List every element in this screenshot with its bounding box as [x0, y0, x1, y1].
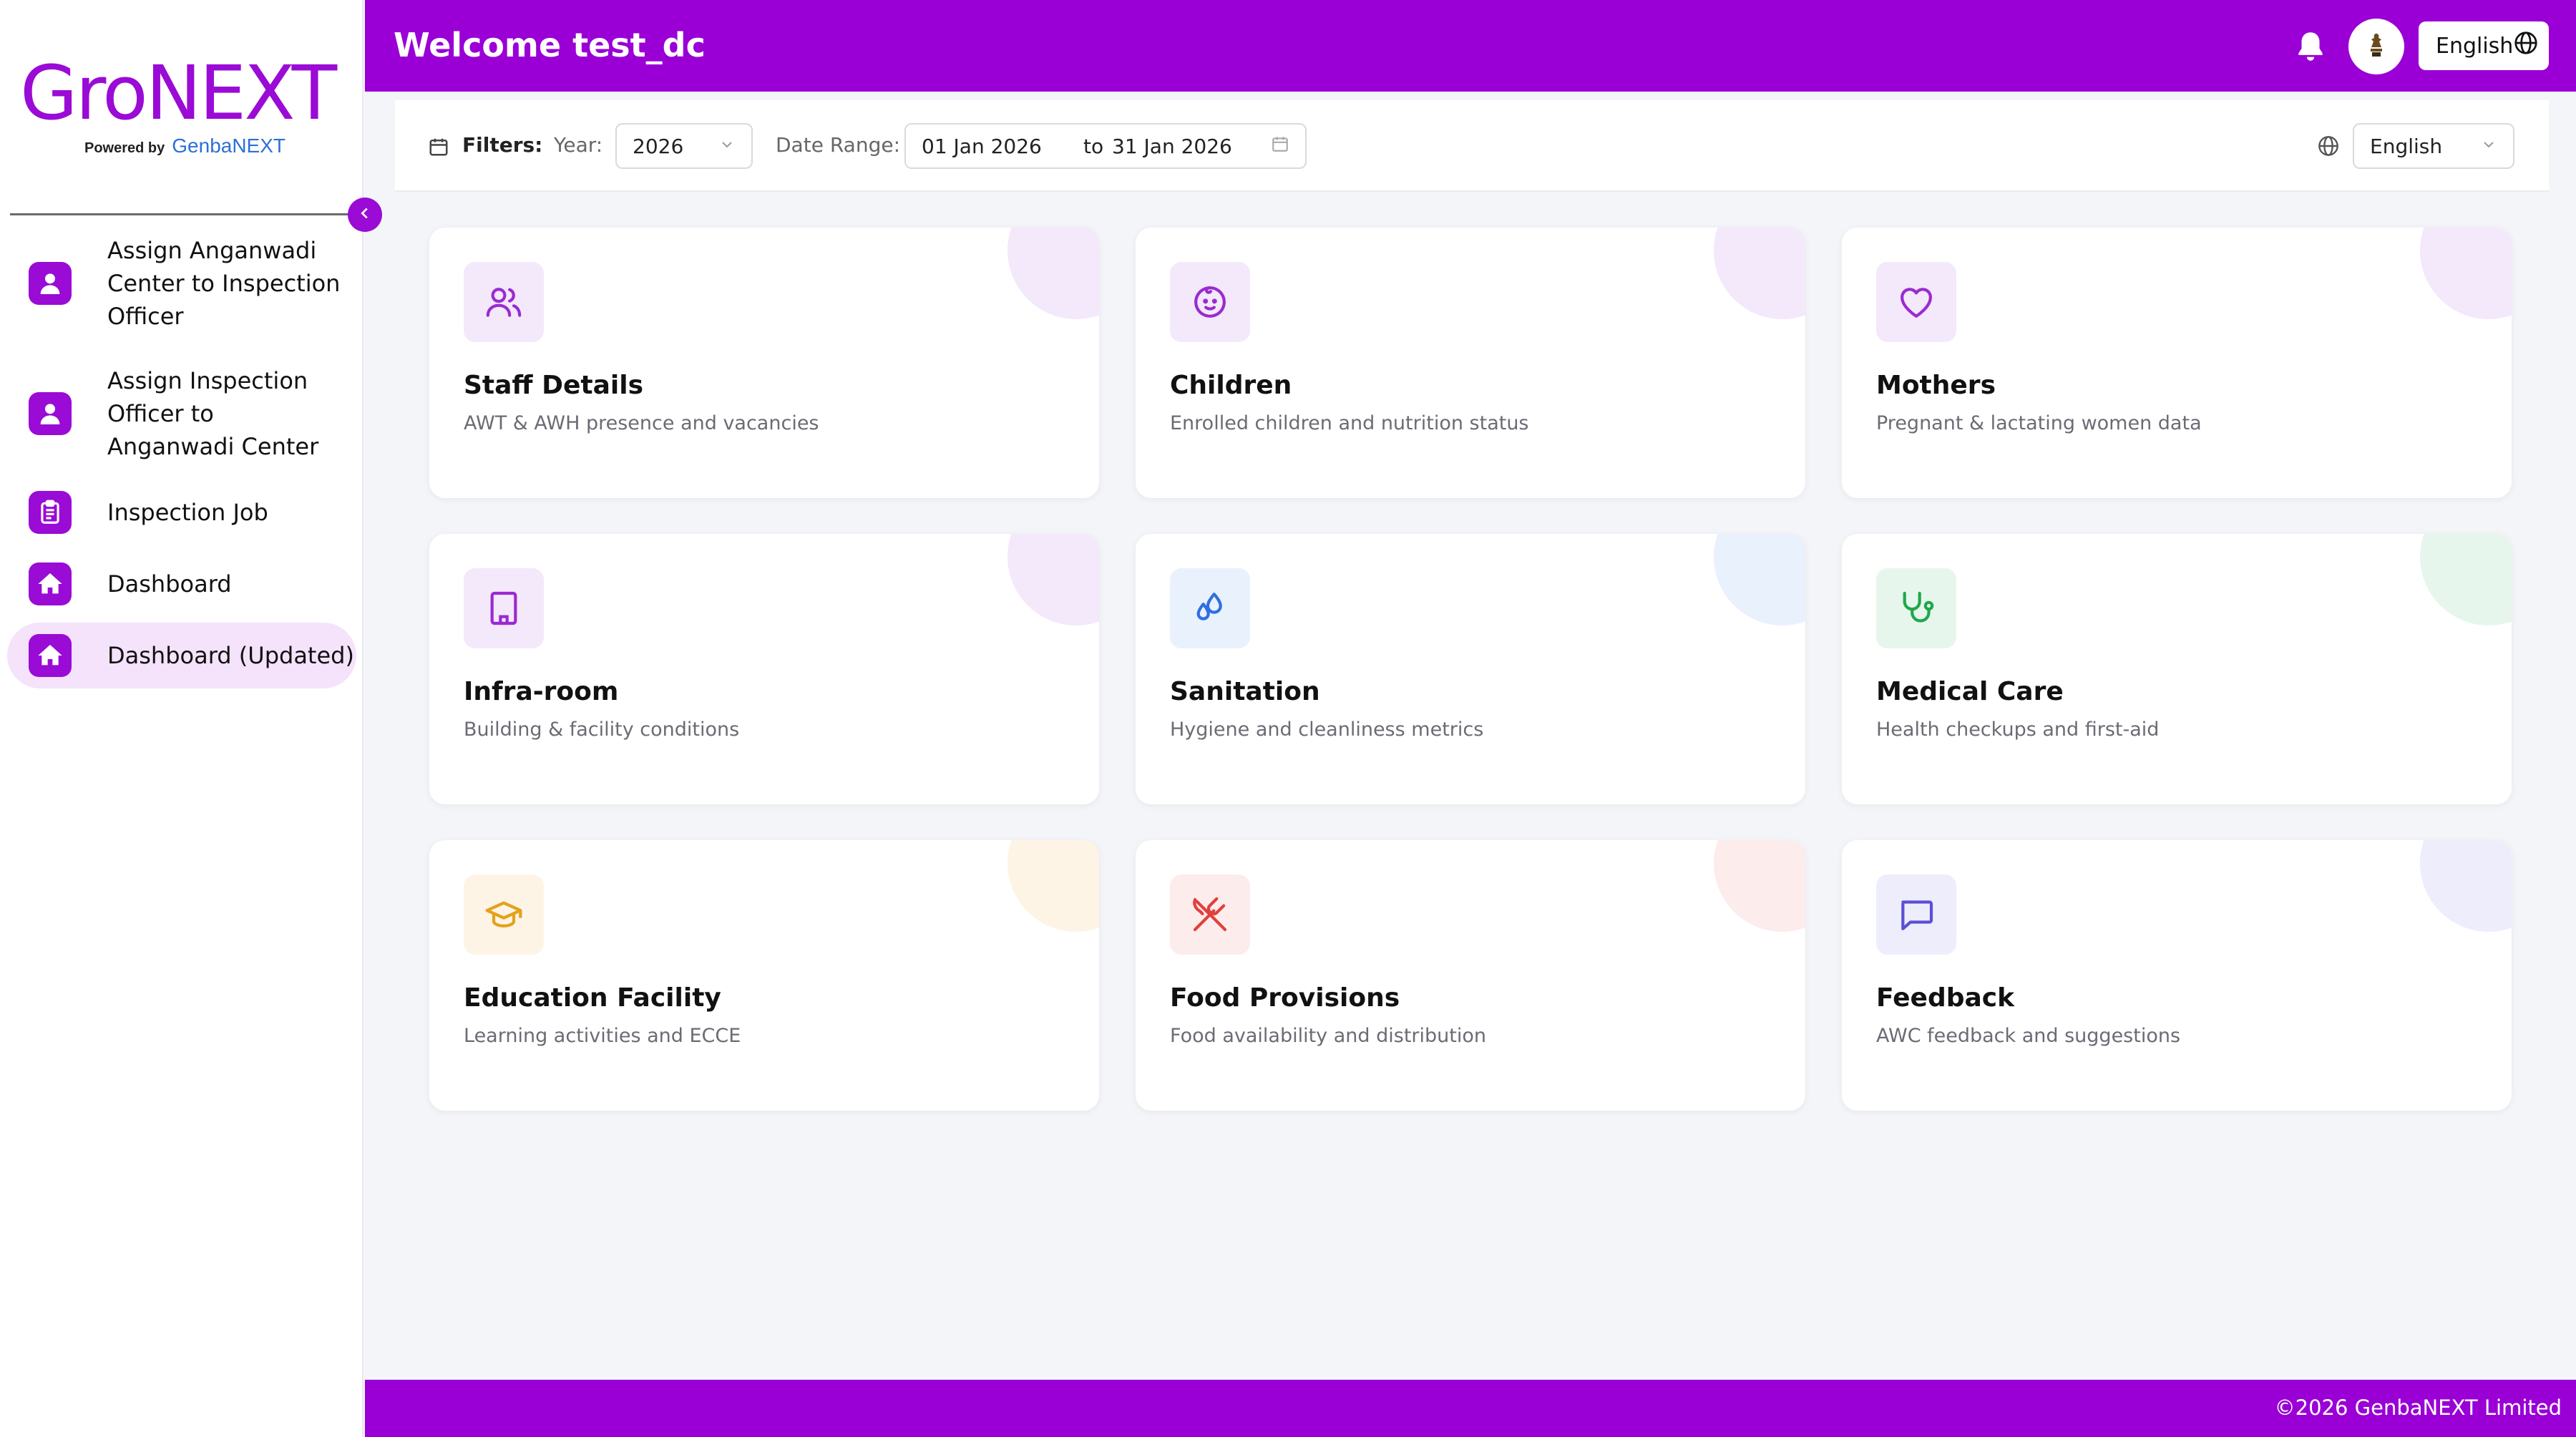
card-corner-decoration	[1008, 840, 1099, 932]
card-subtitle: Pregnant & lactating women data	[1876, 412, 2202, 434]
language-button[interactable]: English	[2419, 21, 2549, 70]
card-title: Mothers	[1876, 371, 1996, 400]
footer: ©2026 GenbaNEXT Limited	[365, 1380, 2576, 1437]
sidebar-item-dashboard[interactable]: Dashboard	[7, 562, 356, 605]
card-corner-decoration	[2420, 228, 2512, 319]
card-children[interactable]: Children Enrolled children and nutrition…	[1136, 228, 1805, 498]
user-icon	[29, 392, 72, 435]
date-range-separator: to	[1083, 134, 1104, 158]
sidebar-item-label: Dashboard (Updated)	[107, 642, 354, 669]
date-range-end[interactable]: 31 Jan 2026	[1112, 135, 1262, 158]
welcome-title: Welcome test_dc	[394, 26, 706, 64]
logo-text: GroNEXT	[20, 49, 337, 137]
card-subtitle: AWC feedback and suggestions	[1876, 1025, 2181, 1047]
language-label: English	[2436, 33, 2514, 59]
filters-label: Filters:	[462, 133, 543, 157]
card-corner-decoration	[1714, 228, 1805, 319]
card-food-provisions[interactable]: Food Provisions Food availability and di…	[1136, 840, 1805, 1111]
globe-icon	[2513, 30, 2539, 62]
card-title: Education Facility	[464, 983, 721, 1013]
heart-icon	[1876, 262, 1956, 342]
card-title: Food Provisions	[1170, 983, 1400, 1013]
card-education-facility[interactable]: Education Facility Learning activities a…	[429, 840, 1099, 1111]
message-square-icon	[1876, 875, 1956, 955]
bell-icon[interactable]	[2293, 29, 2328, 64]
calendar-icon[interactable]	[1271, 135, 1289, 158]
globe-icon	[2317, 135, 2340, 161]
droplets-icon	[1170, 568, 1250, 648]
baby-icon	[1170, 262, 1250, 342]
card-corner-decoration	[1008, 228, 1099, 319]
card-subtitle: AWT & AWH presence and vacancies	[464, 412, 819, 434]
sidebar-item-label: Assign Anganwadi Center to Inspection Of…	[107, 237, 341, 330]
date-range-picker[interactable]: 01 Jan 2026 to 31 Jan 2026	[904, 123, 1307, 169]
chevron-down-icon	[718, 135, 736, 158]
sidebar-item-inspection-job[interactable]: Inspection Job	[7, 491, 356, 534]
sidebar-item-assign-center[interactable]: Assign Anganwadi Center to Inspection Of…	[7, 233, 356, 333]
sidebar-item-label: Dashboard	[107, 570, 232, 598]
avatar[interactable]	[2348, 19, 2404, 74]
graduation-cap-icon	[464, 875, 544, 955]
card-corner-decoration	[1008, 534, 1099, 625]
card-subtitle: Learning activities and ECCE	[464, 1025, 741, 1047]
card-corner-decoration	[1714, 840, 1805, 932]
card-feedback[interactable]: Feedback AWC feedback and suggestions	[1842, 840, 2512, 1111]
sidebar-item-assign-officer[interactable]: Assign Inspection Officer to Anganwadi C…	[7, 364, 356, 464]
emblem-icon	[2366, 31, 2387, 63]
card-infra-room[interactable]: Infra-room Building & facility condition…	[429, 534, 1099, 804]
card-title: Feedback	[1876, 983, 2015, 1013]
card-medical-care[interactable]: Medical Care Health checkups and first-a…	[1842, 534, 2512, 804]
sidebar-item-label: Assign Inspection Officer to Anganwadi C…	[107, 367, 319, 460]
calendar-icon	[428, 136, 449, 161]
card-subtitle: Health checkups and first-aid	[1876, 718, 2160, 741]
chevron-down-icon	[2480, 135, 2497, 158]
stethoscope-icon	[1876, 568, 1956, 648]
sidebar-divider	[10, 213, 351, 215]
year-label: Year:	[554, 133, 603, 157]
card-subtitle: Building & facility conditions	[464, 718, 740, 741]
card-staff-details[interactable]: Staff Details AWT & AWH presence and vac…	[429, 228, 1099, 498]
card-subtitle: Enrolled children and nutrition status	[1170, 412, 1529, 434]
card-title: Sanitation	[1170, 677, 1320, 706]
utensils-crossed-icon	[1170, 875, 1250, 955]
user-icon	[29, 262, 72, 305]
top-bar: Welcome test_dc English	[365, 0, 2576, 92]
card-title: Staff Details	[464, 371, 644, 400]
logo: GroNEXT Powered by GenbaNEXT	[20, 56, 343, 163]
date-range-label: Date Range:	[776, 133, 901, 157]
building-icon	[464, 568, 544, 648]
card-subtitle: Food availability and distribution	[1170, 1025, 1486, 1047]
card-sanitation[interactable]: Sanitation Hygiene and cleanliness metri…	[1136, 534, 1805, 804]
powered-by-brand: GenbaNEXT	[172, 135, 286, 157]
sidebar-item-label: Inspection Job	[107, 499, 268, 526]
sidebar-collapse-button[interactable]	[348, 198, 382, 232]
home-icon	[29, 562, 72, 605]
card-mothers[interactable]: Mothers Pregnant & lactating women data	[1842, 228, 2512, 498]
card-title: Medical Care	[1876, 677, 2064, 706]
copyright-text: ©2026 GenbaNEXT Limited	[2274, 1395, 2562, 1420]
year-select[interactable]: 2026	[615, 123, 753, 169]
chevron-left-icon	[357, 203, 373, 226]
language-value: English	[2370, 134, 2443, 158]
card-corner-decoration	[1714, 534, 1805, 625]
card-corner-decoration	[2420, 534, 2512, 625]
clipboard-icon	[29, 491, 72, 534]
date-range-start[interactable]: 01 Jan 2026	[922, 135, 1083, 158]
card-corner-decoration	[2420, 840, 2512, 932]
sidebar: GroNEXT Powered by GenbaNEXT Assign Angan…	[0, 0, 364, 1437]
home-icon	[29, 634, 72, 677]
year-value: 2026	[633, 134, 684, 158]
sidebar-item-dashboard-updated[interactable]: Dashboard (Updated)	[7, 623, 356, 688]
users-icon	[464, 262, 544, 342]
powered-by-label: Powered by	[84, 140, 165, 156]
language-select[interactable]: English	[2353, 123, 2514, 169]
card-title: Infra-room	[464, 677, 619, 706]
filter-bar: Filters: Year: 2026 Date Range: 01 Jan 2…	[395, 100, 2549, 192]
powered-by: Powered by GenbaNEXT	[84, 135, 286, 157]
card-title: Children	[1170, 371, 1292, 400]
card-subtitle: Hygiene and cleanliness metrics	[1170, 718, 1484, 741]
